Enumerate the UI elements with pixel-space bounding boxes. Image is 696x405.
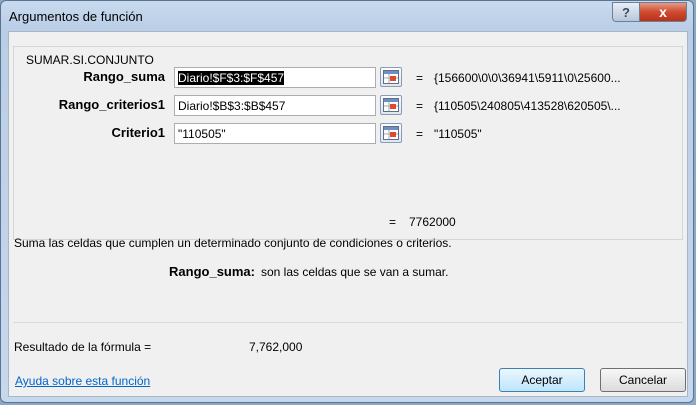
function-name: SUMAR.SI.CONJUNTO <box>24 53 156 67</box>
collapse-dialog-icon[interactable] <box>380 95 402 115</box>
arguments-group: SUMAR.SI.CONJUNTO Rango_suma Diario!$F$3… <box>13 46 683 240</box>
arg-result-criterio1: "110505" <box>434 127 482 141</box>
help-icon[interactable]: ? <box>612 2 640 22</box>
arg-result-rango-criterios1: {110505\240805\413528\620505\... <box>434 99 621 113</box>
ok-button[interactable]: Aceptar <box>499 368 585 392</box>
dialog-title: Argumentos de función <box>9 9 143 24</box>
arg-label-criterio1: Criterio1 <box>111 125 165 140</box>
formula-result-value: 7,762,000 <box>249 340 303 354</box>
collapse-dialog-icon[interactable] <box>380 67 402 87</box>
arg-equals: = <box>416 127 424 141</box>
arg-equals: = <box>416 99 424 113</box>
function-arguments-dialog: Argumentos de función ? x SUMAR.SI.CONJU… <box>0 0 694 403</box>
title-bar[interactable]: Argumentos de función ? x <box>1 1 693 31</box>
function-help-link[interactable]: Ayuda sobre esta función <box>15 374 150 388</box>
function-description: Suma las celdas que cumplen un determina… <box>14 236 452 250</box>
dialog-body: SUMAR.SI.CONJUNTO Rango_suma Diario!$F$3… <box>8 31 688 397</box>
rango-suma-value: Diario!$F$3:$F$457 <box>178 71 285 85</box>
arg-description-name: Rango_suma: <box>169 264 255 279</box>
function-result-value: 7762000 <box>409 215 456 229</box>
arg-equals: = <box>416 71 424 85</box>
cancel-button[interactable]: Cancelar <box>600 368 686 392</box>
arg-description-text: son las celdas que se van a sumar. <box>261 265 449 279</box>
criterio1-input[interactable]: "110505" <box>174 123 376 144</box>
arg-label-rango-suma: Rango_suma <box>83 69 165 84</box>
formula-result-label: Resultado de la fórmula = <box>14 340 152 354</box>
function-result-equals: = <box>389 215 397 229</box>
close-icon[interactable]: x <box>639 2 687 22</box>
rango-suma-input[interactable]: Diario!$F$3:$F$457 <box>174 67 376 88</box>
collapse-dialog-icon[interactable] <box>380 123 402 143</box>
arg-label-rango-criterios1: Rango_criterios1 <box>58 97 165 112</box>
arg-result-rango-suma: {156600\0\0\36941\5911\0\25600... <box>434 71 621 85</box>
rango-criterios1-input[interactable]: Diario!$B$3:$B$457 <box>174 95 376 116</box>
divider <box>13 322 683 323</box>
